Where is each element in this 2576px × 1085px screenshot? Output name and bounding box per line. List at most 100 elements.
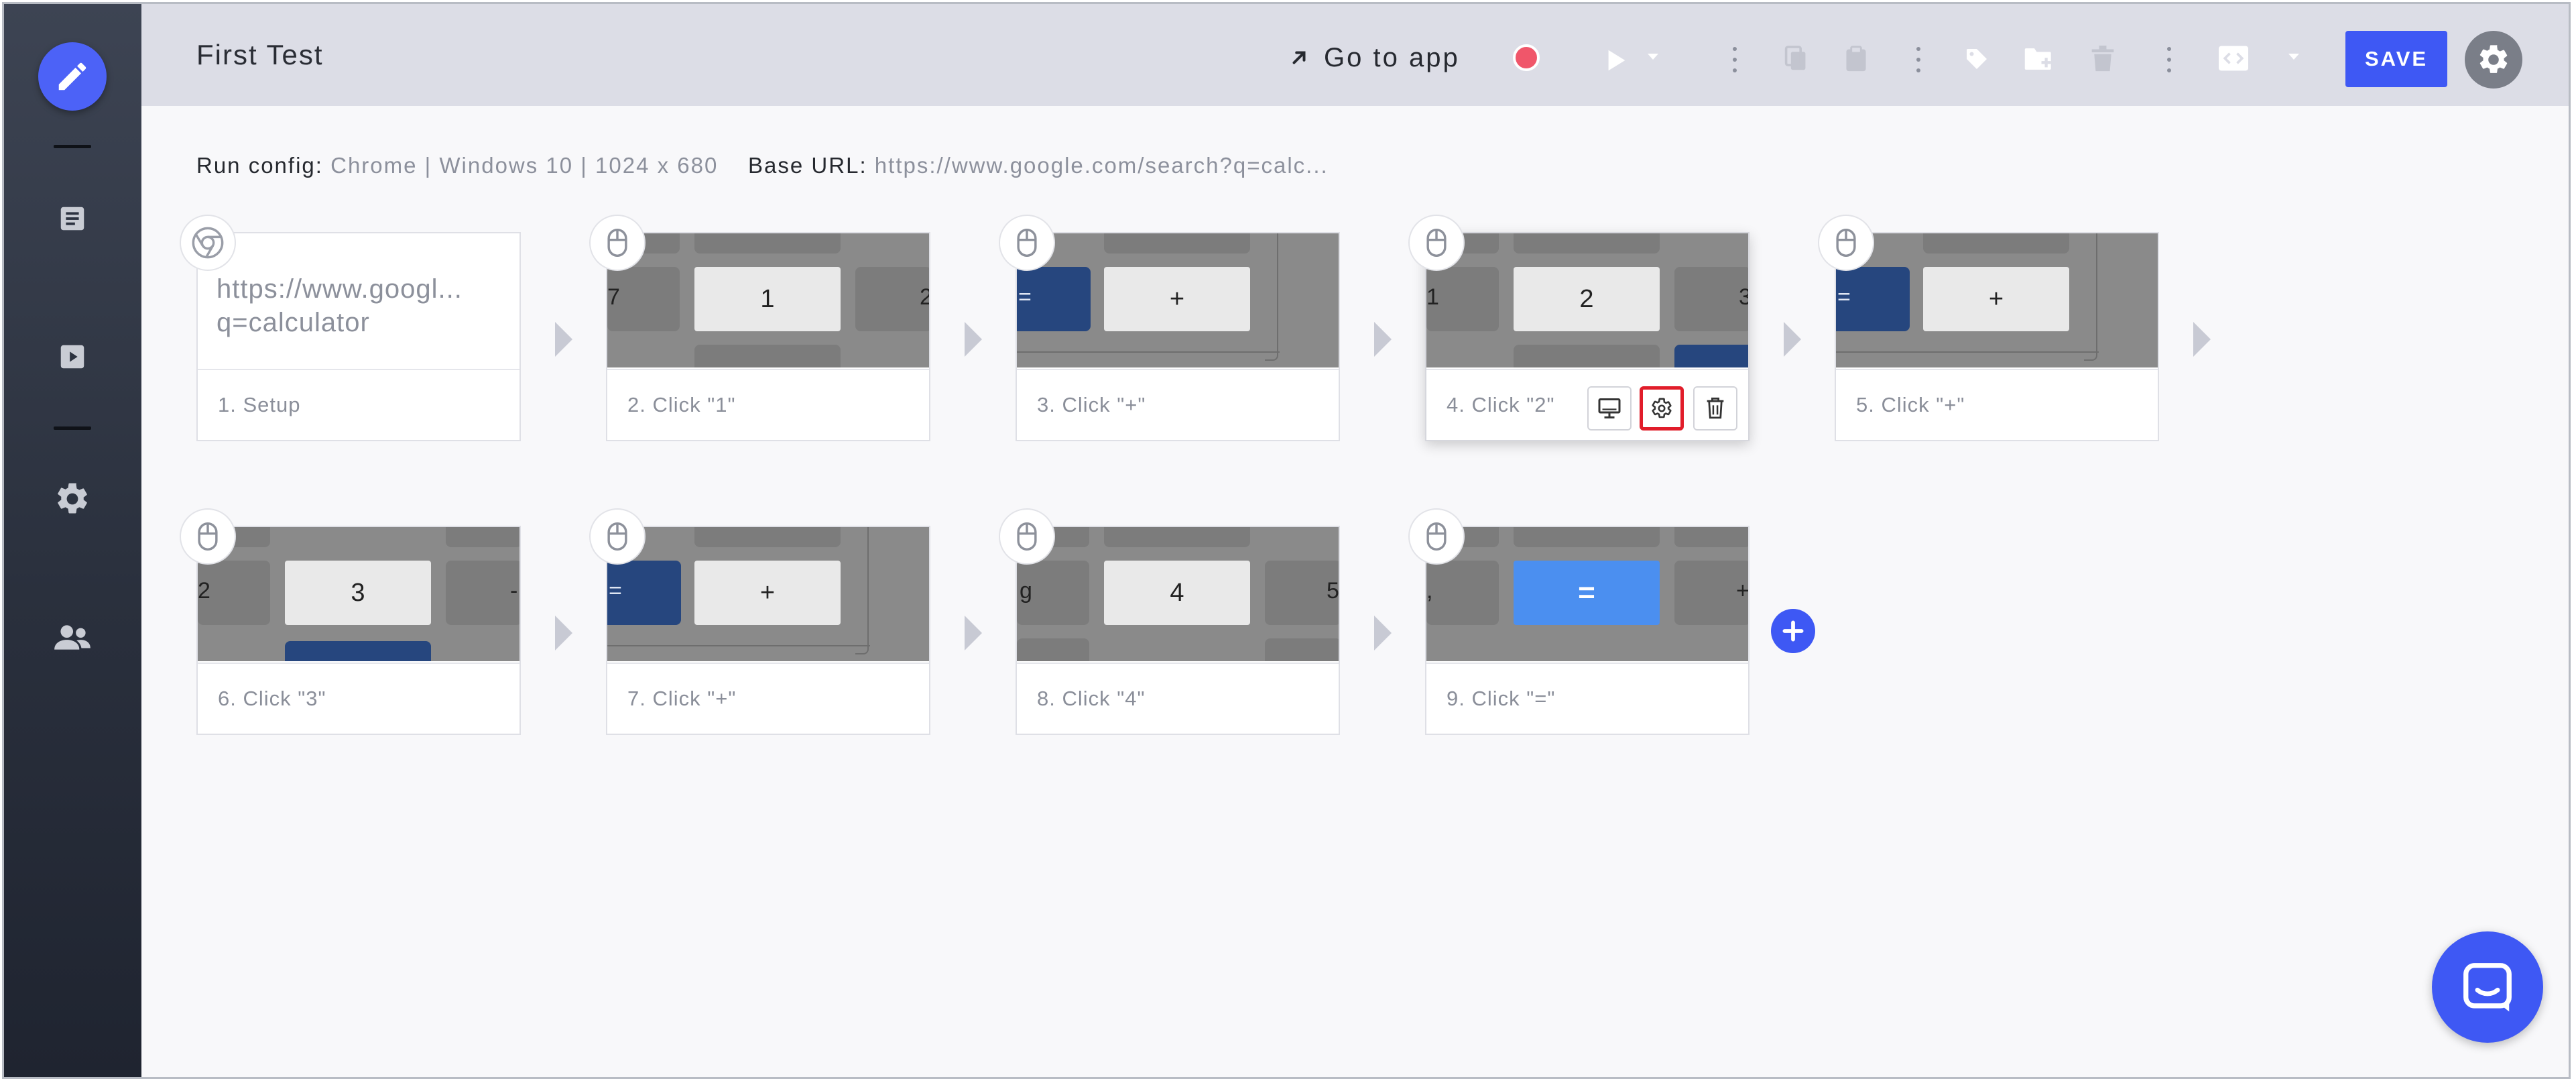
calculator-key: 1 (694, 267, 841, 331)
calculator-key: + (1923, 267, 2069, 331)
sidebar (4, 4, 141, 1077)
tests-list-icon[interactable] (51, 197, 94, 240)
more-vertical-icon[interactable] (1915, 43, 1922, 76)
step-screenshot: 1 3 2 (1426, 233, 1748, 367)
setup-url-line: https://www.googl... (217, 274, 463, 304)
mouse-icon (1408, 215, 1465, 271)
key-edge-label: 2 (198, 578, 210, 604)
key-edge-label: = (609, 578, 622, 604)
code-icon[interactable] (2218, 44, 2249, 72)
setup-url: https://www.googl... q=calculator (217, 272, 463, 339)
step-screenshot: 7 2 1 (607, 233, 929, 367)
run-config-line: Run config: Chrome | Windows 10 | 1024 x… (196, 153, 1329, 178)
step-card[interactable]: 7 2 1 2. Click "1" (606, 232, 930, 441)
key-edge-label: 1 (1426, 284, 1439, 310)
key-edge-label: = (1018, 284, 1032, 310)
base-url-label: Base URL: (748, 153, 867, 178)
step-card-setup[interactable]: https://www.googl... q=calculator 1. Set… (196, 232, 521, 441)
tag-icon[interactable] (1962, 44, 1991, 74)
mouse-icon (1408, 508, 1465, 565)
app-window: First Test Go to app SAVE Run config: Ch… (2, 2, 2571, 1079)
flow-arrow-icon (555, 616, 572, 650)
key-edge-label: - (510, 578, 518, 604)
flow-arrow-icon (1784, 322, 1801, 357)
step-screenshot: = + (607, 527, 929, 661)
play-icon[interactable] (1601, 46, 1631, 75)
step-card-selected[interactable]: 1 3 2 4. Click "2" (1425, 232, 1750, 441)
mouse-icon (589, 215, 646, 271)
settings-gear-icon[interactable] (51, 477, 94, 520)
mouse-icon (999, 508, 1055, 565)
step-label: 9. Click "=" (1426, 663, 1748, 734)
paste-clipboard-icon[interactable] (1843, 44, 1869, 74)
run-config-value[interactable]: Chrome | Windows 10 | 1024 x 680 (330, 153, 718, 178)
mouse-icon (999, 215, 1055, 271)
mouse-icon (589, 508, 646, 565)
sidebar-divider (54, 145, 91, 148)
add-step-plus-icon[interactable] (1771, 609, 1815, 653)
step-card[interactable]: = + 7. Click "+" (606, 526, 930, 735)
view-screenshot-monitor-icon[interactable] (1587, 386, 1632, 431)
key-edge-label: 5 (1327, 578, 1339, 604)
step-card[interactable]: g 5 4 8. Click "4" (1016, 526, 1340, 735)
account-settings-gear-icon[interactable] (2465, 31, 2522, 89)
key-edge-label: 2 (920, 284, 929, 310)
mouse-icon (1818, 215, 1874, 271)
more-vertical-icon[interactable] (2166, 43, 2172, 76)
step-card[interactable]: = + 3. Click "+" (1016, 232, 1340, 441)
step-label: 2. Click "1" (607, 369, 929, 440)
step-card[interactable]: = + 5. Click "+" (1835, 232, 2159, 441)
record-button[interactable] (1513, 44, 1540, 71)
key-edge-label: = (1837, 284, 1851, 310)
chrome-icon (180, 215, 236, 271)
step-card[interactable]: 2 - 3 6. Click "3" (196, 526, 521, 735)
flow-arrow-icon (1374, 322, 1392, 357)
top-toolbar: First Test Go to app SAVE (141, 4, 2569, 106)
step-screenshot: 2 - 3 (198, 527, 519, 661)
add-folder-icon[interactable] (2022, 44, 2056, 74)
chat-support-icon[interactable] (2432, 931, 2543, 1043)
flow-arrow-icon (965, 616, 982, 650)
edit-pencil-icon[interactable] (38, 42, 107, 111)
key-edge-label: 3 (1739, 284, 1748, 310)
calculator-key: = (1514, 561, 1660, 625)
run-config-label: Run config: (196, 153, 323, 178)
test-title[interactable]: First Test (196, 39, 324, 71)
step-card[interactable]: , + = 9. Click "=" (1425, 526, 1750, 735)
go-to-app-label: Go to app (1324, 42, 1460, 72)
arrow-up-right-icon (1292, 51, 1306, 64)
chevron-down-icon[interactable] (2286, 52, 2301, 62)
step-label: 7. Click "+" (607, 663, 929, 734)
flow-arrow-icon (2193, 322, 2211, 357)
save-button[interactable]: SAVE (2345, 31, 2447, 87)
base-url-value[interactable]: https://www.google.com/search?q=calc... (875, 153, 1329, 178)
key-edge-label: , (1426, 578, 1433, 604)
flow-arrow-icon (555, 322, 572, 357)
calculator-key: 2 (1514, 267, 1660, 331)
mouse-icon (180, 508, 236, 565)
key-edge-label: + (1736, 578, 1748, 604)
calculator-key: 4 (1104, 561, 1250, 625)
sidebar-divider (54, 426, 91, 430)
go-to-app-button[interactable]: Go to app (1289, 39, 1460, 76)
delete-trash-icon[interactable] (2089, 44, 2116, 74)
step-settings-gear-icon[interactable] (1640, 386, 1684, 431)
delete-step-trash-icon[interactable] (1693, 386, 1737, 431)
chevron-down-icon[interactable] (1646, 52, 1660, 62)
step-screenshot: g 5 4 (1017, 527, 1339, 661)
key-edge-label: 7 (607, 284, 620, 310)
step-screenshot: = + (1836, 233, 2158, 367)
more-vertical-icon[interactable] (1731, 43, 1738, 76)
step-label: 5. Click "+" (1836, 369, 2158, 440)
flow-arrow-icon (965, 322, 982, 357)
step-label: 6. Click "3" (198, 663, 519, 734)
calculator-key: 3 (285, 561, 431, 625)
step-screenshot: = + (1017, 233, 1339, 367)
step-screenshot: , + = (1426, 527, 1748, 661)
key-edge-label: g (1020, 578, 1032, 604)
copy-icon[interactable] (1782, 44, 1809, 74)
test-runs-play-icon[interactable] (51, 335, 94, 378)
calculator-key: + (1104, 267, 1250, 331)
team-users-icon[interactable] (51, 616, 94, 659)
step-label: 8. Click "4" (1017, 663, 1339, 734)
